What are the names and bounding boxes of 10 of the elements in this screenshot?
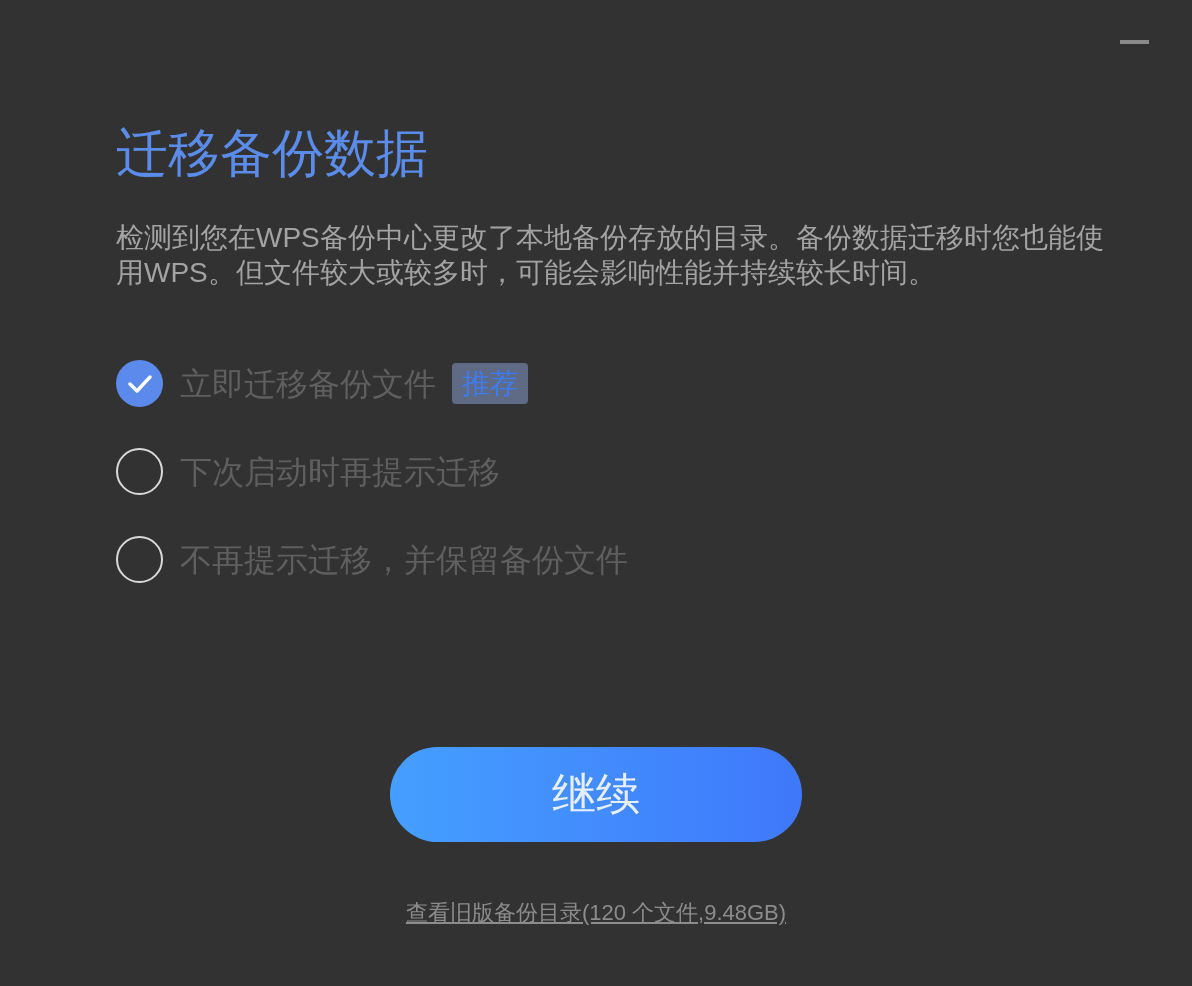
continue-button[interactable]: 继续 xyxy=(390,747,802,842)
check-icon xyxy=(127,374,152,393)
recommend-badge: 推荐 xyxy=(452,363,528,404)
radio-button[interactable] xyxy=(116,360,163,407)
minimize-icon xyxy=(1119,40,1149,44)
description-text: 检测到您在WPS备份中心更改了本地备份存放的目录。备份数据迁移时您也能使用WPS。但文件较大或较多时，可能会影响性能并持续较长时间。 xyxy=(116,221,1105,290)
dialog-title: 迁移备份数据 xyxy=(116,123,429,184)
radio-button[interactable] xyxy=(116,536,163,583)
radio-button[interactable] xyxy=(116,448,163,495)
old-backup-link[interactable]: 查看旧版备份目录(120 个文件,9.48GB) xyxy=(405,899,787,927)
